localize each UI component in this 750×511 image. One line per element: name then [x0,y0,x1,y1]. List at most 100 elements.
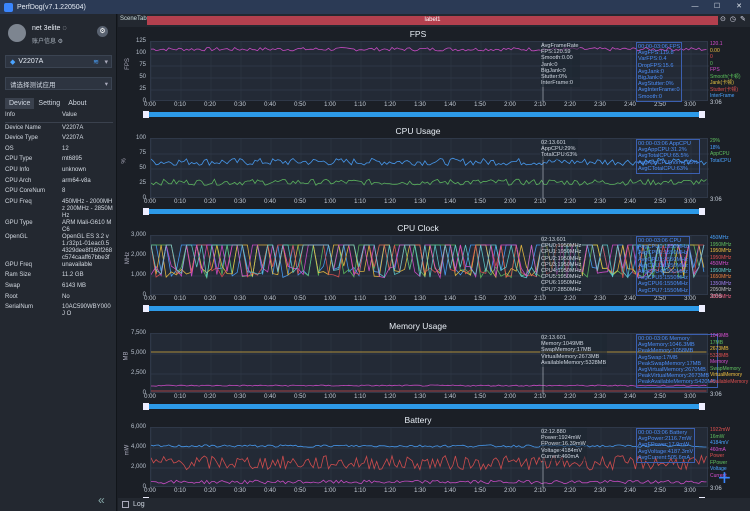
plot-svg [151,428,709,488]
plot-area[interactable] [150,333,709,394]
x-tick-label: 1:20 [384,394,396,400]
legend-item[interactable]: TotalCPU [710,158,750,165]
title-bar: PerfDog(v7.1.220504) — ☐ ✕ [0,0,750,14]
tab-setting[interactable]: Setting [34,98,64,109]
x-tick-label: 0:10 [174,394,186,400]
y-tick-label: 5,000 [130,350,146,356]
chart-legend: 120.1 0.00 0 0 FPS Smooth(卡顿) Jank(卡顿) Stutter(… [710,41,750,100]
summary-stats: 00:00-03:06 AppCPU AvgAppCPU:31.2% AvgTota… [636,139,700,175]
collapse-sidebar-icon[interactable]: « [98,493,105,507]
app-select[interactable]: 请选择测试应用 ▾ [5,77,112,90]
table-row: GPU Type ARM Mali-G610 MC6 [5,220,113,234]
tag-icon[interactable]: ✎ [740,15,746,23]
x-tick-label: 2:50 [654,488,666,494]
time-range-scrollbar[interactable] [143,111,705,118]
cursor-stat-line: Current:460mA [541,453,579,460]
x-tick-label: 1:00 [324,102,336,108]
close-button[interactable]: ✕ [728,0,750,14]
x-tick-label: 1:10 [354,296,366,302]
range-start-handle[interactable] [143,208,149,215]
cursor-stats: AvgFrameRate FPS:120.59 Smooth:0.00 Jank:0 B… [540,42,580,88]
clock-icon[interactable]: ◷ [730,15,736,23]
time-range-scrollbar[interactable] [143,208,705,215]
info-key: CPU CoreNum [5,188,46,195]
x-tick-label: 3:00 [684,102,696,108]
legend-item[interactable]: InterFrame [710,93,750,100]
x-tick-label: 1:40 [444,488,456,494]
x-tick-label: 2:10 [534,488,546,494]
x-tick-label: 0:50 [294,102,306,108]
x-tick-label: 2:40 [624,488,636,494]
table-row: OS 12 [5,146,113,157]
x-tick-label: 2:20 [564,102,576,108]
x-tick-label: 1:30 [414,394,426,400]
summary-stat-line: AvgInterFrame:0 [638,87,680,94]
app-logo-icon [4,2,13,12]
table-row: Device Name V2207A [5,125,113,136]
x-tick-label: 2:40 [624,296,636,302]
x-tick-label: 1:00 [324,488,336,494]
location-icon[interactable]: ⊙ [720,15,726,23]
info-key: Ram Size [5,272,32,279]
table-row: SerialNum 10AC590WBY000J O [5,304,113,318]
cursor-stat-line: FPower:16.39mW [541,441,586,448]
tab-device[interactable]: Device [5,98,35,109]
y-tick-label: 7,500 [130,330,146,336]
x-tick-label: 2:00 [504,199,516,205]
plot-area[interactable] [150,138,709,199]
header-info: Info [5,112,16,118]
cursor-stat-line: CPU2:1950MHz [541,255,582,262]
cursor-stat-line: TotalCPU:63% [541,152,578,159]
range-end-handle[interactable] [699,403,705,410]
x-tick-label: 2:00 [504,296,516,302]
sidebar-tabs: Device Setting About [5,98,91,109]
scene-tab[interactable]: SceneTab [120,16,147,22]
plot-area[interactable] [150,235,709,296]
time-range-scrollbar[interactable] [143,305,705,312]
y-tick-label: 1,000 [130,272,146,278]
legend-item[interactable]: AvailableMemory [710,379,750,386]
y-tick-label: 75 [139,150,146,156]
summary-stat-line: AvgFPower:17.9mW [638,442,690,449]
summary-stats: 00:00-03:06 FPS AvgFPS:119.8 VarFPS:0.4 Dro… [636,42,683,102]
x-tick-label: 2:20 [564,199,576,205]
info-key: GPU Type [5,219,33,226]
device-select[interactable]: ◆ V2207A ≋ ▾ [5,55,112,68]
plot-area[interactable] [150,41,709,102]
account-info-link[interactable]: 账户信息 ⚙ [32,36,63,45]
range-start-handle[interactable] [143,305,149,312]
add-button[interactable]: + [718,465,731,491]
x-tick-label: 1:10 [354,199,366,205]
range-end-handle[interactable] [699,305,705,312]
x-tick-label: 0:00 [144,102,156,108]
settings-gear-icon[interactable]: ⚙ [97,26,108,37]
plot-area[interactable] [150,427,709,488]
minimize-button[interactable]: — [684,0,706,14]
chart-panel-fps: FPS FPS 125 100 75 50 25 0 0:00 0:10 0:20 0:30 0:40 0… [118,27,750,123]
range-start-handle[interactable] [143,111,149,118]
x-tick-label: 2:00 [504,394,516,400]
legend-item[interactable]: 2850MHz [710,294,750,301]
x-tick-label: 0:30 [234,199,246,205]
x-tick-label: 2:40 [624,102,636,108]
summary-stat-line: AvgVoltage:4187.3mV [638,448,694,455]
x-tick-label: 0:50 [294,199,306,205]
scene-label[interactable]: label1 [147,16,718,25]
range-end-handle[interactable] [699,208,705,215]
summary-stat-line: AvgCTotalCPU:63% [638,165,688,172]
x-tick-label: 3:00 [684,296,696,302]
range-end-handle[interactable] [699,111,705,118]
time-range-scrollbar[interactable] [143,403,705,410]
info-key: CPU Arch [5,177,32,184]
x-tick-label: 2:20 [564,488,576,494]
x-tick-label: 2:30 [594,102,606,108]
avatar[interactable] [8,24,26,42]
cursor-stats: 02:13.601 Memory:1049MB SwapMemory:17MB Vir… [540,334,608,368]
maximize-button[interactable]: ☐ [706,0,728,14]
log-checkbox[interactable] [122,501,129,508]
tab-about[interactable]: About [64,98,90,109]
range-start-handle[interactable] [143,403,149,410]
info-key: Device Name [5,124,42,131]
x-tick-label: 1:20 [384,199,396,205]
scene-bar: SceneTab label1 ⊙ ◷ ✎ ⌂ ☁ [118,14,750,27]
